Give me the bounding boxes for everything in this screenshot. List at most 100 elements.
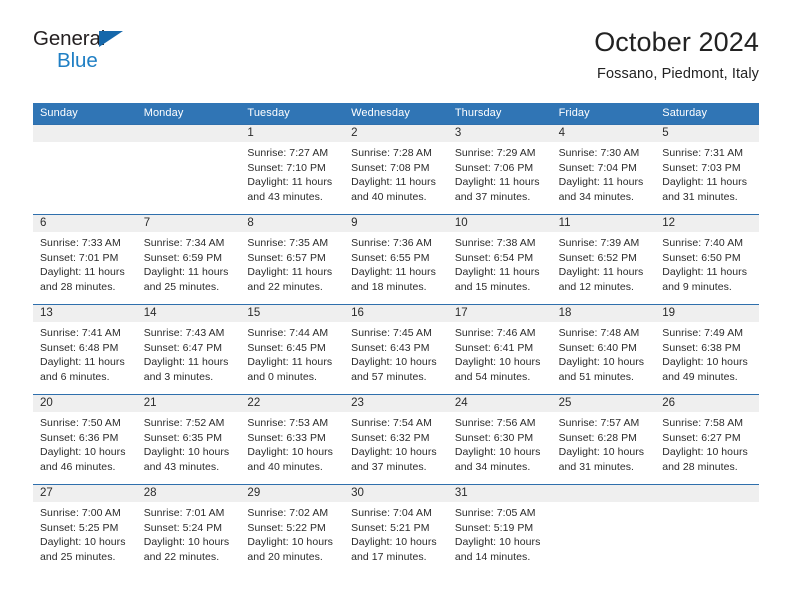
sunset-text: Sunset: 6:50 PM	[662, 251, 741, 264]
daylight-text-line2: and 43 minutes.	[143, 460, 220, 473]
sunset-text: Sunset: 6:48 PM	[40, 341, 119, 354]
calendar-day-cell[interactable]: 10 Sunrise: 7:38 AM Sunset: 6:54 PM Dayligh…	[447, 214, 552, 304]
day-detail-body: Sunrise: 7:34 AM Sunset: 6:59 PM Daylight:…	[137, 232, 241, 294]
calendar-day-cell[interactable]: 27 Sunrise: 7:00 AM Sunset: 5:25 PM Dayligh…	[33, 484, 137, 574]
day-number-band: 20	[33, 395, 137, 412]
sunrise-text: Sunrise: 7:39 AM	[558, 237, 640, 249]
daylight-text-line1: Daylight: 10 hours	[454, 356, 541, 369]
day-number: 24	[454, 397, 468, 409]
sunrise-text: Sunrise: 7:53 AM	[247, 417, 329, 429]
calendar-day-cell[interactable]: 14 Sunrise: 7:43 AM Sunset: 6:47 PM Dayligh…	[136, 304, 241, 394]
daylight-text-line2: and 20 minutes.	[247, 550, 323, 563]
daylight-text-line2: and 37 minutes.	[454, 190, 531, 203]
calendar-day-cell[interactable]: 28 Sunrise: 7:01 AM Sunset: 5:24 PM Dayligh…	[136, 484, 241, 574]
daylight-text-line1: Daylight: 11 hours	[40, 356, 125, 369]
calendar-week-row: 20 Sunrise: 7:50 AM Sunset: 6:36 PM Dayligh…	[33, 394, 759, 484]
daylight-text-line2: and 54 minutes.	[454, 370, 531, 383]
calendar-day-cell[interactable]: 3 Sunrise: 7:29 AM Sunset: 7:06 PM Daylight…	[447, 124, 552, 214]
daylight-text-line2: and 14 minutes.	[454, 550, 531, 563]
calendar-day-cell[interactable]: 29 Sunrise: 7:02 AM Sunset: 5:22 PM Dayligh…	[240, 484, 345, 574]
calendar-day-cell[interactable]: 15 Sunrise: 7:44 AM Sunset: 6:45 PM Dayligh…	[240, 304, 345, 394]
calendar-day-cell[interactable]: 23 Sunrise: 7:54 AM Sunset: 6:32 PM Dayligh…	[344, 394, 448, 484]
sunrise-text: Sunrise: 7:00 AM	[40, 507, 121, 519]
day-number: 2	[351, 127, 358, 139]
calendar-day-cell[interactable]: 11 Sunrise: 7:39 AM Sunset: 6:52 PM Dayligh…	[551, 214, 656, 304]
daylight-text-line1: Daylight: 10 hours	[351, 536, 437, 549]
sunset-text: Sunset: 6:36 PM	[40, 431, 119, 444]
daylight-text-line2: and 22 minutes.	[247, 280, 323, 293]
calendar-cell-empty	[655, 484, 759, 574]
sunrise-text: Sunrise: 7:54 AM	[351, 417, 432, 429]
daylight-text-line1: Daylight: 10 hours	[351, 356, 437, 369]
day-number-band: 28	[136, 485, 241, 502]
daylight-text-line2: and 17 minutes.	[351, 550, 427, 563]
day-number: 26	[662, 397, 676, 409]
day-number-band: 19	[655, 305, 759, 322]
calendar-day-cell[interactable]: 2 Sunrise: 7:28 AM Sunset: 7:08 PM Daylight…	[344, 124, 448, 214]
sunrise-text: Sunrise: 7:35 AM	[247, 237, 329, 249]
calendar-day-cell[interactable]: 26 Sunrise: 7:58 AM Sunset: 6:27 PM Dayligh…	[655, 394, 759, 484]
day-number: 28	[143, 487, 157, 499]
daylight-text-line2: and 12 minutes.	[558, 280, 635, 293]
day-number-band	[136, 125, 241, 142]
calendar-day-cell[interactable]: 7 Sunrise: 7:34 AM Sunset: 6:59 PM Daylight…	[136, 214, 241, 304]
calendar-day-cell[interactable]: 5 Sunrise: 7:31 AM Sunset: 7:03 PM Daylight…	[655, 124, 759, 214]
daylight-text-line1: Daylight: 11 hours	[662, 176, 748, 189]
sunset-text: Sunset: 6:47 PM	[143, 341, 223, 354]
calendar-day-cell[interactable]: 16 Sunrise: 7:45 AM Sunset: 6:43 PM Dayligh…	[344, 304, 448, 394]
day-detail-body: Sunrise: 7:54 AM Sunset: 6:32 PM Daylight:…	[344, 412, 448, 474]
day-number: 27	[40, 487, 53, 499]
sunset-text: Sunset: 6:59 PM	[143, 251, 223, 264]
day-detail-body: Sunrise: 7:50 AM Sunset: 6:36 PM Daylight:…	[33, 412, 137, 474]
calendar-day-cell[interactable]: 25 Sunrise: 7:57 AM Sunset: 6:28 PM Dayligh…	[551, 394, 656, 484]
sunrise-text: Sunrise: 7:56 AM	[454, 417, 536, 429]
daylight-text-line2: and 37 minutes.	[351, 460, 427, 473]
sunset-text: Sunset: 7:10 PM	[247, 161, 326, 174]
calendar-day-cell[interactable]: 9 Sunrise: 7:36 AM Sunset: 6:55 PM Daylight…	[344, 214, 448, 304]
day-number-band	[33, 125, 137, 142]
calendar-day-cell[interactable]: 21 Sunrise: 7:52 AM Sunset: 6:35 PM Dayligh…	[136, 394, 241, 484]
calendar-day-cell[interactable]: 12 Sunrise: 7:40 AM Sunset: 6:50 PM Dayligh…	[655, 214, 759, 304]
calendar-day-cell[interactable]: 8 Sunrise: 7:35 AM Sunset: 6:57 PM Daylight…	[240, 214, 345, 304]
generalblue-logo[interactable]: General Blue	[33, 26, 153, 74]
sunset-text: Sunset: 6:45 PM	[247, 341, 326, 354]
weekday-header-wednesday: Wednesday	[351, 107, 410, 119]
calendar-day-cell[interactable]: 20 Sunrise: 7:50 AM Sunset: 6:36 PM Dayligh…	[33, 394, 137, 484]
daylight-text-line1: Daylight: 10 hours	[247, 446, 333, 459]
calendar-day-cell[interactable]: 24 Sunrise: 7:56 AM Sunset: 6:30 PM Dayligh…	[447, 394, 552, 484]
day-number-band: 2	[344, 125, 448, 142]
calendar-day-cell[interactable]: 30 Sunrise: 7:04 AM Sunset: 5:21 PM Dayligh…	[344, 484, 448, 574]
logo-triangle-icon	[99, 31, 123, 47]
daylight-text-line1: Daylight: 11 hours	[454, 176, 540, 189]
day-detail-body: Sunrise: 7:41 AM Sunset: 6:48 PM Daylight:…	[33, 322, 137, 384]
day-number-band: 10	[447, 215, 552, 232]
sunset-text: Sunset: 6:38 PM	[662, 341, 741, 354]
calendar-day-cell[interactable]: 1 Sunrise: 7:27 AM Sunset: 7:10 PM Daylight…	[240, 124, 345, 214]
daylight-text-line1: Daylight: 11 hours	[351, 266, 436, 279]
day-detail-body: Sunrise: 7:01 AM Sunset: 5:24 PM Daylight:…	[137, 502, 241, 564]
sunset-text: Sunset: 6:43 PM	[351, 341, 430, 354]
sunset-text: Sunset: 6:30 PM	[454, 431, 534, 444]
calendar-day-cell[interactable]: 22 Sunrise: 7:53 AM Sunset: 6:33 PM Dayligh…	[240, 394, 345, 484]
sunrise-text: Sunrise: 7:02 AM	[247, 507, 329, 519]
daylight-text-line1: Daylight: 10 hours	[351, 446, 437, 459]
day-number-band: 12	[655, 215, 759, 232]
calendar-day-cell[interactable]: 6 Sunrise: 7:33 AM Sunset: 7:01 PM Daylight…	[33, 214, 137, 304]
daylight-text-line2: and 25 minutes.	[40, 550, 116, 563]
calendar-day-cell[interactable]: 4 Sunrise: 7:30 AM Sunset: 7:04 PM Daylight…	[551, 124, 656, 214]
calendar-day-cell[interactable]: 31 Sunrise: 7:05 AM Sunset: 5:19 PM Dayligh…	[447, 484, 552, 574]
calendar-day-cell[interactable]: 17 Sunrise: 7:46 AM Sunset: 6:41 PM Dayligh…	[447, 304, 552, 394]
calendar-day-cell[interactable]: 13 Sunrise: 7:41 AM Sunset: 6:48 PM Dayligh…	[33, 304, 137, 394]
daylight-text-line2: and 40 minutes.	[247, 460, 323, 473]
daylight-text-line2: and 34 minutes.	[454, 460, 531, 473]
calendar-cell-empty	[136, 124, 241, 214]
sunset-text: Sunset: 7:01 PM	[40, 251, 119, 264]
calendar-weeks: 1 Sunrise: 7:27 AM Sunset: 7:10 PM Daylight…	[33, 124, 759, 574]
sunrise-text: Sunrise: 7:30 AM	[558, 147, 640, 159]
weekday-header-monday: Monday	[143, 107, 184, 119]
sunrise-text: Sunrise: 7:38 AM	[454, 237, 536, 249]
calendar-day-cell[interactable]: 18 Sunrise: 7:48 AM Sunset: 6:40 PM Dayligh…	[551, 304, 656, 394]
calendar-day-cell[interactable]: 19 Sunrise: 7:49 AM Sunset: 6:38 PM Dayligh…	[655, 304, 759, 394]
daylight-text-line2: and 25 minutes.	[143, 280, 220, 293]
sunrise-text: Sunrise: 7:57 AM	[558, 417, 640, 429]
